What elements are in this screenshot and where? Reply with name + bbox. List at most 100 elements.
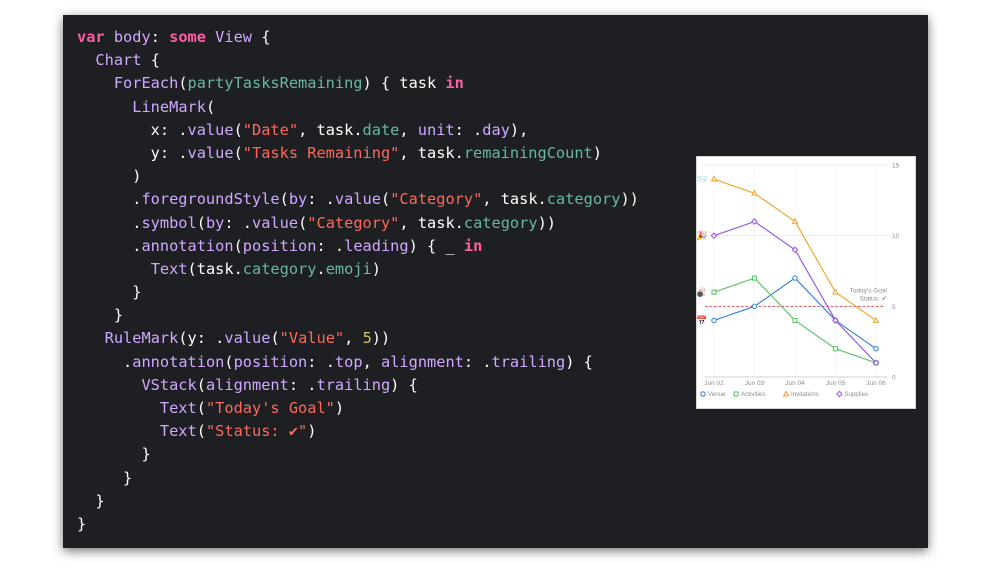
code-token: "Status: ✔" bbox=[205, 422, 308, 441]
code-line: y: .value("Tasks Remaining", task.remain… bbox=[77, 142, 639, 165]
code-token: , bbox=[399, 120, 418, 139]
code-token: ( bbox=[178, 74, 188, 93]
code-line: } bbox=[77, 304, 639, 327]
code-token: "Date" bbox=[242, 120, 299, 139]
legend-symbol-activities bbox=[733, 391, 739, 397]
code-token: . bbox=[77, 352, 133, 371]
code-token: : . bbox=[288, 375, 317, 394]
code-line: ForEach(partyTasksRemaining) { task in bbox=[77, 72, 639, 95]
x-tick-label: Jun 04 bbox=[785, 380, 805, 387]
code-token: category bbox=[463, 213, 538, 232]
legend-label: Invitations bbox=[791, 391, 819, 398]
code-line: Text(task.category.emoji) bbox=[77, 258, 639, 281]
code-token: ), bbox=[509, 120, 529, 139]
code-token: (y: . bbox=[178, 329, 225, 348]
code-line: } bbox=[77, 281, 639, 304]
code-token: ( bbox=[196, 375, 206, 394]
code-token: ( bbox=[196, 213, 206, 232]
legend-label: Venue bbox=[708, 391, 726, 398]
data-point-activities bbox=[711, 289, 717, 295]
data-point-invitations bbox=[872, 316, 880, 323]
code-token: ) { bbox=[390, 375, 418, 394]
code-token: . bbox=[316, 259, 326, 278]
code-token: )) bbox=[537, 213, 556, 232]
category-emoji-annotation: 📨 bbox=[697, 174, 708, 184]
code-token: ) bbox=[77, 167, 142, 186]
code-token: unit bbox=[417, 120, 455, 139]
data-point-venue bbox=[792, 275, 798, 281]
code-token: ( bbox=[196, 399, 206, 417]
data-point-invitations bbox=[791, 217, 799, 224]
code-token: some bbox=[169, 28, 216, 46]
code-token: , task. bbox=[399, 213, 464, 232]
code-token: RuleMark bbox=[104, 329, 179, 348]
legend-label: Activities bbox=[741, 391, 765, 398]
code-line: } bbox=[77, 513, 639, 536]
chart-preview: 0 5 10 15 Jun 02 Jun 03 Jun 04 Jun 05 Jun 06 Toda… bbox=[696, 156, 916, 409]
code-token: ( bbox=[233, 120, 243, 139]
code-token: } bbox=[77, 306, 124, 325]
code-token: } bbox=[77, 445, 151, 464]
data-point-venue bbox=[751, 303, 758, 310]
code-token: date bbox=[362, 120, 400, 139]
code-line: } bbox=[77, 467, 639, 490]
code-token: var bbox=[77, 28, 114, 46]
code-token: ) bbox=[307, 422, 317, 441]
code-token: : . bbox=[463, 352, 492, 371]
code-token: ( bbox=[298, 213, 308, 232]
code-token: } bbox=[77, 283, 142, 302]
code-token: { bbox=[141, 51, 160, 70]
code-token: leading bbox=[344, 236, 409, 255]
code-token: Text bbox=[159, 399, 197, 417]
legend-symbol-venue bbox=[700, 391, 706, 397]
data-point-activities bbox=[792, 317, 798, 324]
code-token: Text bbox=[150, 259, 188, 278]
code-token: by bbox=[205, 213, 225, 232]
code-token: ) bbox=[592, 143, 602, 162]
goal-annotation-text: Status: ✔ bbox=[860, 295, 888, 302]
code-line: .symbol(by: .value("Category", task.cate… bbox=[77, 212, 639, 235]
code-token: } bbox=[77, 468, 133, 487]
code-token: emoji bbox=[325, 259, 372, 278]
legend-label: Supplies bbox=[844, 391, 868, 398]
code-token: trailing bbox=[491, 352, 566, 371]
code-line: ) bbox=[77, 165, 639, 188]
code-token: ( bbox=[380, 190, 391, 209]
code-token: annotation bbox=[141, 236, 234, 255]
code-token: , bbox=[344, 329, 363, 348]
code-token: LineMark bbox=[132, 97, 206, 116]
code-token: ( bbox=[205, 97, 216, 116]
code-line: } bbox=[77, 443, 639, 466]
code-token: partyTasksRemaining bbox=[187, 74, 363, 93]
code-line: Text("Today's Goal") bbox=[77, 397, 639, 420]
code-token: position bbox=[242, 236, 317, 255]
code-token: : . bbox=[224, 213, 253, 232]
code-token: ( bbox=[196, 422, 206, 441]
code-token: : bbox=[150, 28, 170, 46]
data-point-activities bbox=[751, 275, 758, 281]
code-token: x: . bbox=[77, 120, 188, 139]
code-token: by bbox=[288, 190, 308, 209]
code-token: "Today's Goal" bbox=[205, 399, 335, 417]
code-token: y: . bbox=[77, 143, 188, 162]
code-token: . bbox=[77, 213, 142, 232]
code-slide: var body: some View { Chart { ForEach(pa… bbox=[63, 15, 928, 548]
data-point-supplies bbox=[710, 232, 718, 240]
line-chart: 0 5 10 15 Jun 02 Jun 03 Jun 04 Jun 05 Jun 06 Toda… bbox=[697, 163, 900, 399]
code-token: ) bbox=[371, 259, 381, 278]
code-token: day bbox=[482, 120, 510, 139]
code-token: symbol bbox=[141, 213, 197, 232]
code-token: )) bbox=[371, 329, 391, 348]
code-line: LineMark( bbox=[77, 96, 639, 119]
category-emoji-annotation: 🎉 bbox=[697, 230, 708, 242]
legend-symbol-supplies bbox=[836, 390, 843, 398]
y-tick-label: 0 bbox=[892, 375, 896, 382]
code-token: ( bbox=[233, 236, 243, 255]
code-token: : . bbox=[307, 190, 335, 209]
code-block: var body: some View { Chart { ForEach(pa… bbox=[77, 26, 639, 536]
code-line: VStack(alignment: .trailing) { bbox=[77, 374, 639, 397]
code-line: .annotation(position: .top, alignment: .… bbox=[77, 351, 639, 374]
code-token: value bbox=[187, 143, 234, 162]
